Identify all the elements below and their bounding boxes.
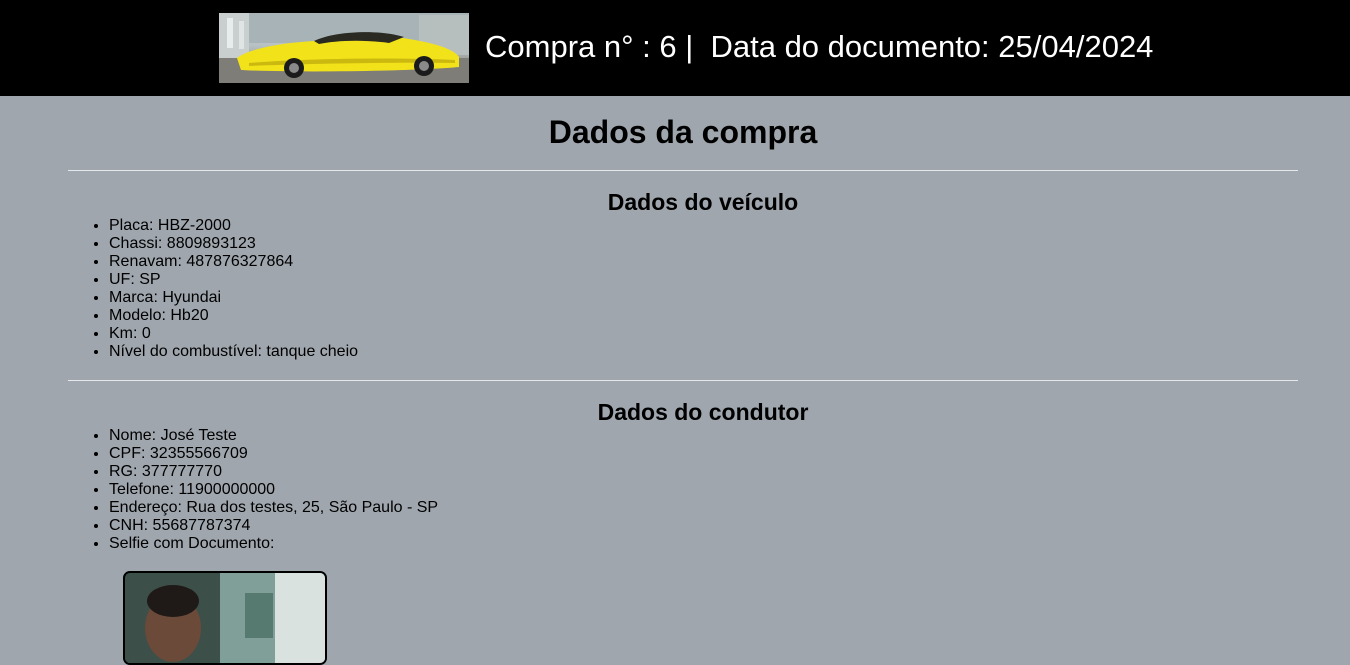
selfie-photo-icon: [125, 573, 325, 663]
vehicle-info-list: Placa: HBZ-2000 Chassi: 8809893123 Renav…: [68, 217, 358, 361]
vehicle-state: UF: SP: [109, 271, 358, 289]
car-logo-image: [219, 13, 469, 83]
vehicle-model: Modelo: Hb20: [109, 307, 358, 325]
driver-name: Nome: José Teste: [109, 427, 438, 445]
driver-section-heading: Dados do condutor: [597, 399, 809, 425]
driver-selfie-label: Selfie com Documento:: [109, 535, 438, 553]
vehicle-km: Km: 0: [109, 325, 358, 343]
divider: [68, 380, 1298, 381]
driver-phone: Telefone: 11900000000: [109, 481, 438, 499]
divider: [68, 170, 1298, 171]
purchase-header-title: Compra n° : 6 | Data do documento: 25/04…: [485, 29, 1154, 64]
top-header-bar: Compra n° : 6 | Data do documento: 25/04…: [0, 0, 1350, 96]
selfie-with-document-photo: [123, 571, 327, 665]
driver-cnh: CNH: 55687787374: [109, 517, 438, 535]
driver-rg: RG: 377777770: [109, 463, 438, 481]
vehicle-chassis: Chassi: 8809893123: [109, 235, 358, 253]
vehicle-brand: Marca: Hyundai: [109, 289, 358, 307]
vehicle-section-heading: Dados do veículo: [607, 189, 799, 215]
vehicle-renavam: Renavam: 487876327864: [109, 253, 358, 271]
vehicle-plate: Placa: HBZ-2000: [109, 217, 358, 235]
page-title: Dados da compra: [548, 114, 818, 150]
driver-address: Endereço: Rua dos testes, 25, São Paulo …: [109, 499, 438, 517]
driver-cpf: CPF: 32355566709: [109, 445, 438, 463]
vehicle-fuel-level: Nível do combustível: tanque cheio: [109, 343, 358, 361]
driver-info-list: Nome: José Teste CPF: 32355566709 RG: 37…: [68, 427, 438, 553]
yellow-sports-car-icon: [219, 13, 469, 83]
